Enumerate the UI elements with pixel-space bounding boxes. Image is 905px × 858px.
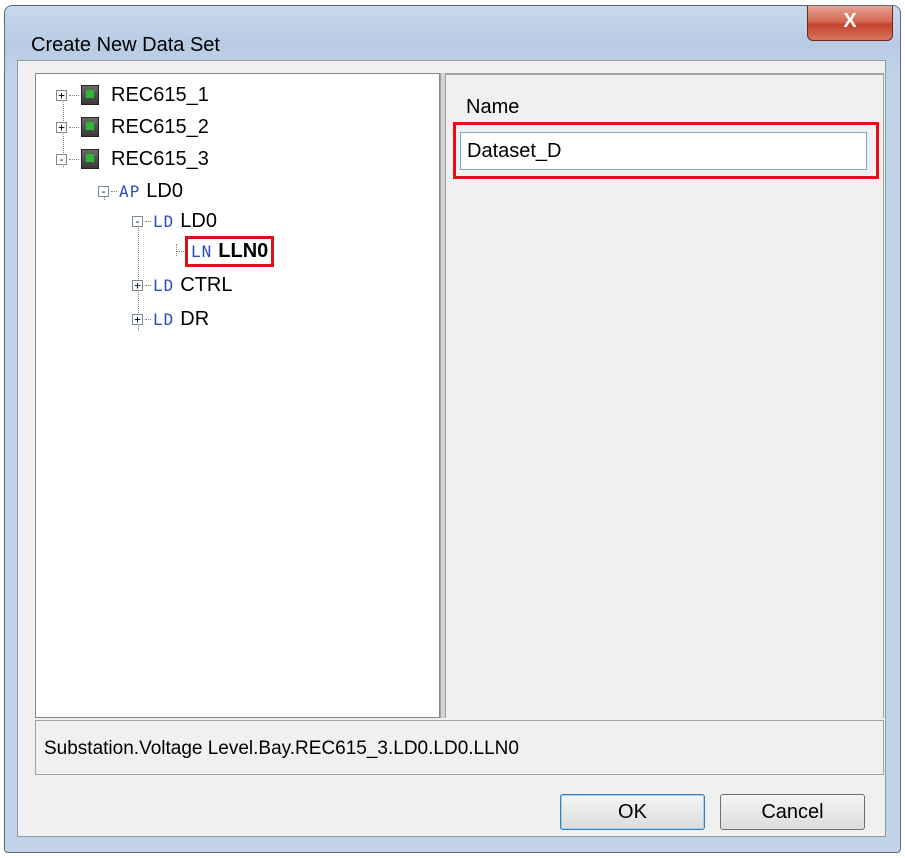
expand-icon[interactable]: + xyxy=(56,121,67,133)
close-button[interactable]: X xyxy=(807,6,893,41)
logical-device-type-code: LD xyxy=(153,275,175,295)
ok-button[interactable]: OK xyxy=(560,794,705,830)
tree-node-rec615-2[interactable]: + REC615_2 xyxy=(56,114,209,140)
access-point-type-code: AP xyxy=(119,181,141,201)
logical-device-type-code: LD xyxy=(153,309,175,329)
collapse-icon[interactable]: - xyxy=(98,185,109,197)
tree-node-label: LD0 xyxy=(146,179,183,202)
ied-device-icon xyxy=(81,117,99,137)
expand-icon[interactable]: + xyxy=(56,89,67,101)
tree-node-ln-lln0[interactable]: LN LLN0 xyxy=(176,235,275,267)
tree-node-label: CTRL xyxy=(180,273,233,296)
tree-node-ld-dr[interactable]: + LD DR xyxy=(132,306,209,332)
tree-node-label: REC615_3 xyxy=(111,147,209,170)
expand-icon[interactable]: + xyxy=(132,313,143,325)
selected-path-status: Substation.Voltage Level.Bay.REC615_3.LD… xyxy=(35,720,884,775)
tree-node-label: DR xyxy=(180,307,210,330)
selected-node-highlight: LN LLN0 xyxy=(184,235,275,267)
logical-node-type-code: LN xyxy=(191,241,213,261)
tree-node-ld-ctrl[interactable]: + LD CTRL xyxy=(132,272,233,298)
name-label: Name xyxy=(466,96,520,118)
collapse-icon[interactable]: - xyxy=(56,153,67,165)
tree-node-label: LLN0 xyxy=(218,239,269,262)
tree-node-ld-ld0[interactable]: - LD LD0 xyxy=(132,208,217,234)
collapse-icon[interactable]: - xyxy=(132,215,143,227)
tree-node-rec615-1[interactable]: + REC615_1 xyxy=(56,82,209,108)
name-input[interactable] xyxy=(460,132,867,170)
logical-device-type-code: LD xyxy=(153,211,175,231)
expand-icon[interactable]: + xyxy=(132,279,143,291)
ied-device-icon xyxy=(81,85,99,105)
dialog-title: Create New Data Set xyxy=(31,34,220,56)
tree-node-label: LD0 xyxy=(180,209,217,232)
tree-node-ap-ld0[interactable]: - AP LD0 xyxy=(98,178,183,204)
tree-node-label: REC615_2 xyxy=(111,115,209,138)
cancel-button[interactable]: Cancel xyxy=(720,794,865,830)
tree-node-rec615-3[interactable]: - REC615_3 xyxy=(56,146,209,172)
tree-pane[interactable]: + REC615_1 + REC615_2 - REC615_3 - AP LD… xyxy=(35,73,440,718)
ied-device-icon xyxy=(81,149,99,169)
tree-node-label: REC615_1 xyxy=(111,83,209,106)
